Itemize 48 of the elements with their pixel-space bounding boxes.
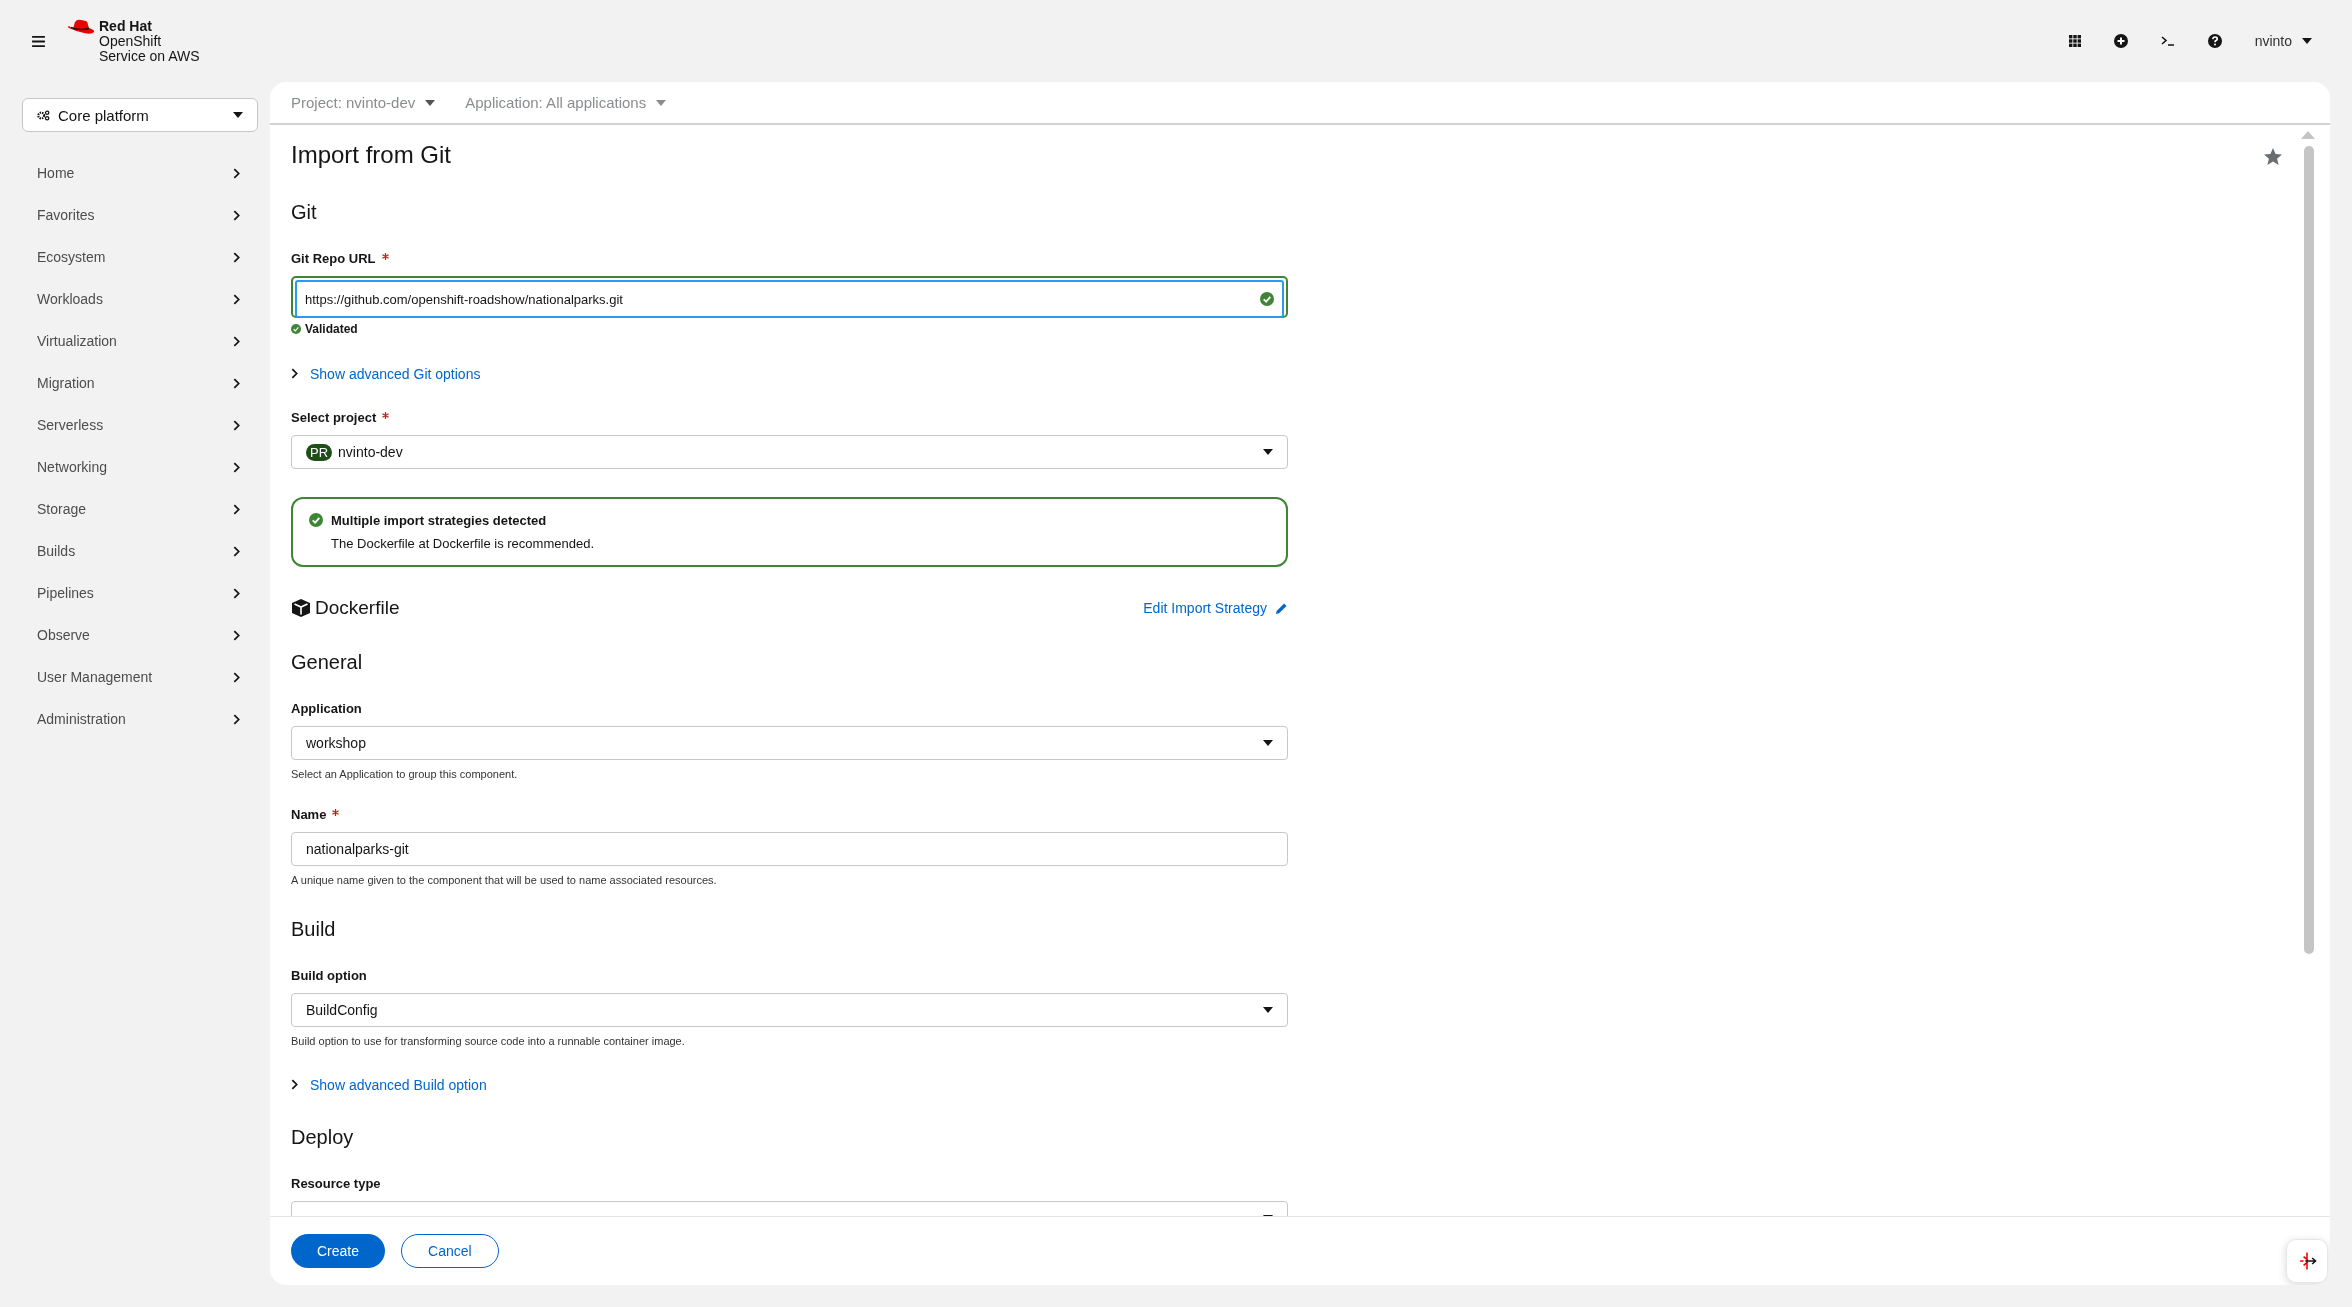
strategy-name: Dockerfile	[315, 597, 400, 619]
nav-item[interactable]: Storage	[22, 488, 258, 530]
status-text: Validated	[305, 322, 358, 336]
nav-item[interactable]: Serverless	[22, 404, 258, 446]
section-heading: Deploy	[291, 1126, 355, 1149]
nav-item[interactable]: Builds	[22, 530, 258, 572]
text-field[interactable]: nationalparks-git	[291, 832, 1288, 866]
expand-link[interactable]: Show advanced Build option	[310, 1077, 487, 1093]
brand-text: Service on AWS	[99, 48, 200, 64]
select-field[interactable]: workshop	[291, 726, 1288, 760]
section-heading: Git	[291, 201, 318, 224]
nav-item[interactable]: Home	[22, 152, 258, 194]
brand-text: OpenShift	[99, 33, 163, 49]
brand-text: Red Hat	[99, 18, 153, 34]
create-button[interactable]: Create	[291, 1234, 386, 1268]
page-title: Import from Git	[291, 141, 452, 169]
helper-text: Select an Application to group this component.	[291, 768, 519, 780]
section-heading: Build	[291, 918, 337, 941]
helper-text: A unique name given to the component that will be used to name associated resources.	[291, 874, 718, 886]
select-field[interactable]: BuildConfig	[291, 993, 1288, 1027]
project-badge: PR	[306, 443, 333, 461]
nav-item[interactable]: Administration	[22, 698, 258, 740]
field-label: Git Repo URL	[291, 251, 376, 266]
alert-title: Multiple import strategies detected	[331, 513, 548, 528]
field-label: Select project	[291, 410, 377, 425]
nav-item[interactable]: Pipelines	[22, 572, 258, 614]
user-menu[interactable]: nvinto	[2254, 33, 2312, 49]
nav-item[interactable]: Observe	[22, 614, 258, 656]
text-field[interactable]: https://github.com/openshift-roadshow/nationalparks.git	[291, 276, 1288, 318]
alert-message: The Dockerfile at Dockerfile is recommended.	[331, 536, 594, 551]
expand-link[interactable]: Show advanced Git options	[310, 366, 481, 382]
field-label: Resource type	[291, 1176, 381, 1191]
nav-item[interactable]: Favorites	[22, 194, 258, 236]
edit-link[interactable]: Edit Import Strategy	[1143, 600, 1288, 616]
section-heading: General	[291, 651, 364, 674]
helper-text: Build option to use for transforming source code into a runnable container image.	[291, 1035, 686, 1047]
select-field[interactable]: PR nvinto-dev	[291, 435, 1288, 469]
cancel-button[interactable]: Cancel	[401, 1234, 499, 1268]
nav-item[interactable]: Workloads	[22, 278, 258, 320]
nav-item[interactable]: Networking	[22, 446, 258, 488]
perspective-switcher[interactable]: Core platform	[22, 98, 258, 132]
nav-item[interactable]: Ecosystem	[22, 236, 258, 278]
nav-item[interactable]: User Management	[22, 656, 258, 698]
field-label: Build option	[291, 968, 367, 983]
field-label: Name	[291, 807, 327, 822]
nav-item[interactable]: Migration	[22, 362, 258, 404]
nav-item[interactable]: Virtualization	[22, 320, 258, 362]
field-label: Application	[291, 701, 362, 716]
